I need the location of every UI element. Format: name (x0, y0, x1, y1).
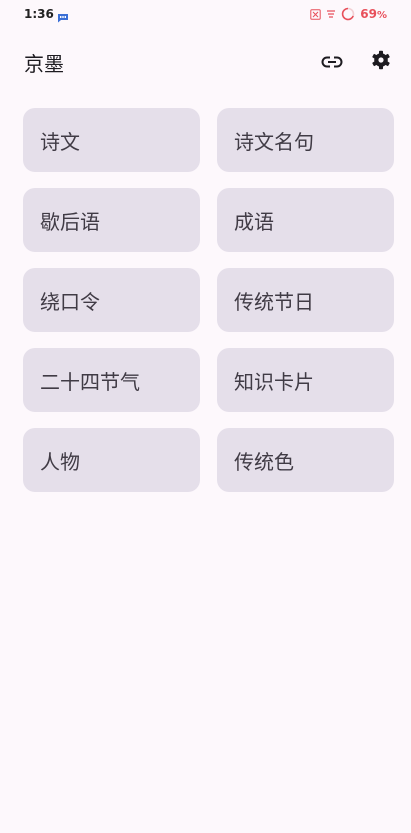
card-traditional-colors[interactable]: 传统色 (217, 428, 394, 492)
card-label: 诗文名句 (234, 129, 314, 154)
card-tongue-twisters[interactable]: 绕口令 (23, 268, 200, 332)
battery-unit: % (376, 10, 387, 21)
card-famous-lines[interactable]: 诗文名句 (217, 108, 394, 172)
card-knowledge-cards[interactable]: 知识卡片 (217, 348, 394, 412)
card-label: 诗文 (40, 129, 80, 154)
card-people[interactable]: 人物 (23, 428, 200, 492)
message-icon (57, 8, 69, 23)
link-icon (321, 53, 343, 72)
link-button[interactable] (316, 46, 348, 78)
settings-button[interactable] (365, 46, 397, 78)
sim-off-icon (310, 8, 321, 20)
card-label: 传统色 (234, 449, 294, 474)
card-festivals[interactable]: 传统节日 (217, 268, 394, 332)
wifi-icon (326, 9, 336, 20)
page-title: 京墨 (24, 52, 64, 76)
status-time: 1:36 (24, 7, 54, 21)
settings-gear-icon (371, 50, 391, 74)
card-label: 二十四节气 (40, 369, 140, 394)
card-label: 人物 (40, 449, 80, 474)
card-label: 成语 (234, 209, 274, 234)
status-bar: 1:36 69% (0, 0, 411, 28)
battery-ring-icon (341, 7, 355, 21)
card-solar-terms[interactable]: 二十四节气 (23, 348, 200, 412)
card-label: 知识卡片 (234, 369, 314, 394)
card-poetry[interactable]: 诗文 (23, 108, 200, 172)
card-xiehouyu[interactable]: 歇后语 (23, 188, 200, 252)
battery-level: 69% (360, 7, 387, 21)
card-idioms[interactable]: 成语 (217, 188, 394, 252)
card-label: 歇后语 (40, 209, 100, 234)
card-label: 传统节日 (234, 289, 314, 314)
card-label: 绕口令 (40, 289, 100, 314)
status-indicators: 69% (310, 6, 387, 22)
category-grid: 诗文 诗文名句 歇后语 成语 绕口令 传统节日 二十四节气 知识卡片 人物 传统… (23, 108, 394, 492)
app-bar: 京墨 (0, 40, 411, 84)
